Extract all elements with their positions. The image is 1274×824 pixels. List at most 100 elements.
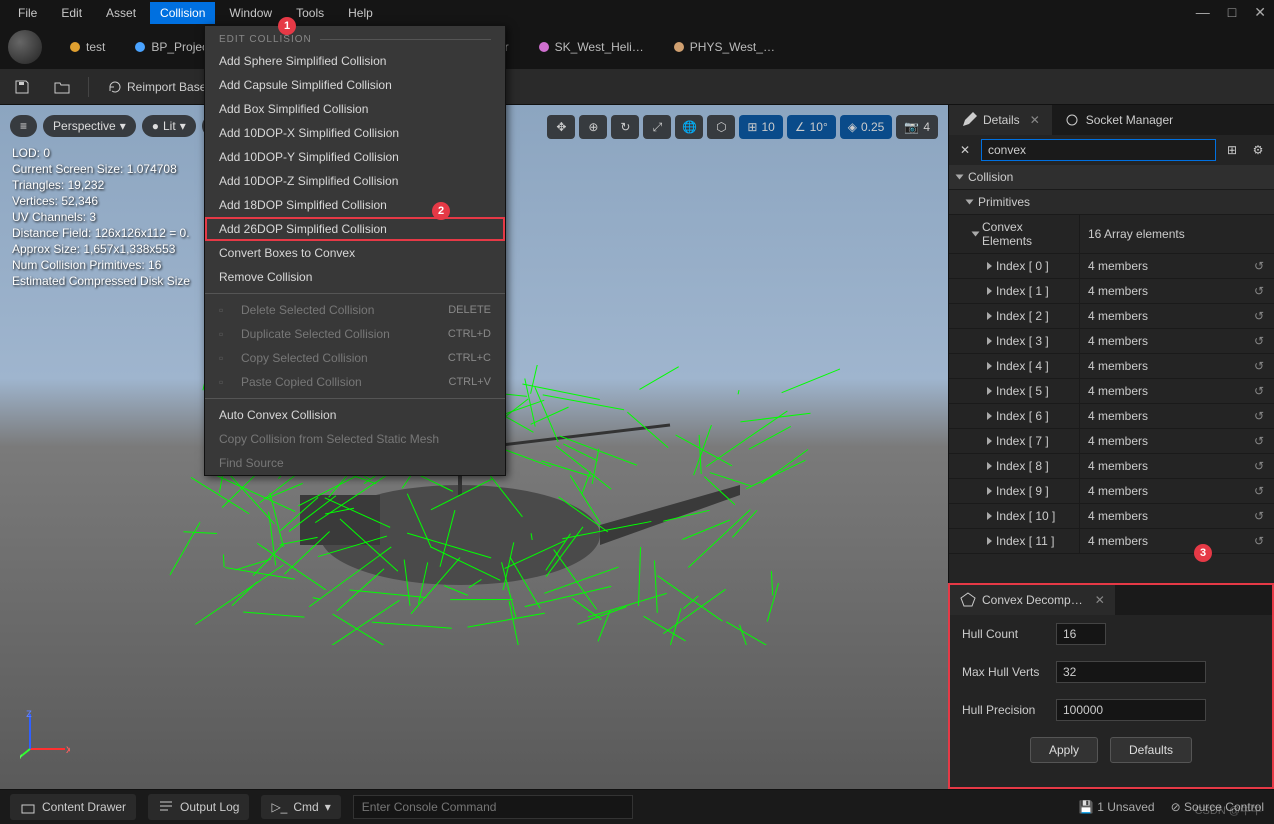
apply-button[interactable]: Apply: [1030, 737, 1098, 763]
stat-line: Approx Size: 1,657x1,338x553: [12, 241, 190, 257]
asset-type-icon: [135, 42, 145, 52]
stat-line: Num Collision Primitives: 16: [12, 257, 190, 273]
array-element-row[interactable]: Index [ 9 ]4 members↺: [949, 479, 1274, 504]
array-element-row[interactable]: Index [ 10 ]4 members↺: [949, 504, 1274, 529]
array-element-row[interactable]: Index [ 6 ]4 members↺: [949, 404, 1274, 429]
doc-tab[interactable]: test: [58, 34, 117, 60]
menu-item-label: Remove Collision: [219, 270, 312, 284]
tab-socket-manager[interactable]: Socket Manager: [1052, 105, 1185, 135]
perspective-dropdown[interactable]: Perspective ▾: [43, 115, 136, 137]
reset-to-default-icon[interactable]: ↺: [1244, 329, 1274, 353]
scale-snap-toggle[interactable]: ◈ 0.25: [840, 115, 893, 139]
menu-window[interactable]: Window: [219, 2, 282, 24]
reset-to-default-icon[interactable]: ↺: [1244, 354, 1274, 378]
asset-type-icon: [70, 42, 80, 52]
array-element-row[interactable]: Index [ 5 ]4 members↺: [949, 379, 1274, 404]
convex-decomp-tab[interactable]: Convex Decomp… ✕: [950, 585, 1115, 615]
convex-icon: [960, 592, 976, 608]
hull-precision-input[interactable]: [1056, 699, 1206, 721]
reset-to-default-icon[interactable]: ↺: [1244, 479, 1274, 503]
tab-details[interactable]: Details✕: [949, 105, 1052, 135]
section-primitives[interactable]: Primitives: [949, 190, 1274, 215]
settings-grid-icon[interactable]: ⊞: [1222, 140, 1242, 160]
reset-to-default-icon[interactable]: ↺: [1244, 429, 1274, 453]
close-button[interactable]: ✕: [1254, 4, 1266, 21]
menu-item[interactable]: Add 18DOP Simplified Collision: [205, 193, 505, 217]
array-element-row[interactable]: Index [ 11 ]4 members↺: [949, 529, 1274, 554]
doc-tab[interactable]: SK_West_Heli…: [527, 34, 656, 60]
array-element-row[interactable]: Index [ 3 ]4 members↺: [949, 329, 1274, 354]
index-label: Index [ 7 ]: [996, 434, 1049, 448]
camera-speed-button[interactable]: 📷 4: [896, 115, 938, 139]
angle-snap-toggle[interactable]: ∠ 10°: [787, 115, 836, 139]
browse-button[interactable]: [48, 75, 76, 99]
menu-item: Find Source: [205, 451, 505, 475]
surface-snap-button[interactable]: ⬡: [707, 115, 735, 139]
close-tab-icon[interactable]: ✕: [1030, 113, 1040, 127]
reset-to-default-icon[interactable]: ↺: [1244, 379, 1274, 403]
menu-item[interactable]: Add Box Simplified Collision: [205, 97, 505, 121]
menu-item-label: Add 10DOP-X Simplified Collision: [219, 126, 399, 140]
menu-help[interactable]: Help: [338, 2, 383, 24]
max-hull-verts-input[interactable]: [1056, 661, 1206, 683]
array-element-row[interactable]: Index [ 2 ]4 members↺: [949, 304, 1274, 329]
annotation-badge-2: 2: [432, 202, 450, 220]
menu-item[interactable]: Remove Collision: [205, 265, 505, 289]
details-search-input[interactable]: [981, 139, 1216, 161]
lit-dropdown[interactable]: ● Lit ▾: [142, 115, 196, 137]
array-element-row[interactable]: Index [ 7 ]4 members↺: [949, 429, 1274, 454]
unsaved-indicator[interactable]: 💾 1 Unsaved: [1079, 800, 1155, 814]
menu-item[interactable]: Add Sphere Simplified Collision: [205, 49, 505, 73]
console-command-input[interactable]: [353, 795, 633, 819]
reset-to-default-icon[interactable]: ↺: [1244, 279, 1274, 303]
content-drawer-button[interactable]: Content Drawer: [10, 794, 136, 820]
output-log-button[interactable]: Output Log: [148, 794, 249, 820]
settings-gear-icon[interactable]: ⚙: [1248, 140, 1268, 160]
menu-item[interactable]: Add Capsule Simplified Collision: [205, 73, 505, 97]
menu-collision[interactable]: Collision: [150, 2, 215, 24]
menu-item[interactable]: Add 26DOP Simplified Collision: [205, 217, 505, 241]
maximize-button[interactable]: □: [1228, 4, 1236, 21]
viewport-mode-controls: ≡ Perspective ▾ ● Lit ▾ S: [10, 115, 230, 137]
grid-snap-toggle[interactable]: ⊞ 10: [739, 115, 782, 139]
world-local-toggle[interactable]: 🌐: [675, 115, 703, 139]
menu-asset[interactable]: Asset: [96, 2, 146, 24]
array-element-row[interactable]: Index [ 4 ]4 members↺: [949, 354, 1274, 379]
reset-to-default-icon[interactable]: ↺: [1244, 454, 1274, 478]
menu-item[interactable]: Add 10DOP-Y Simplified Collision: [205, 145, 505, 169]
save-button[interactable]: [8, 75, 36, 99]
convex-elements-row[interactable]: Convex Elements 16 Array elements: [949, 215, 1274, 254]
select-tool-button[interactable]: ✥: [547, 115, 575, 139]
viewport-menu-button[interactable]: ≡: [10, 115, 37, 137]
minimize-button[interactable]: —: [1196, 4, 1210, 21]
clear-search-button[interactable]: ✕: [955, 140, 975, 160]
scale-tool-button[interactable]: ⤢: [643, 115, 671, 139]
menu-item-label: Copy Selected Collision: [241, 351, 368, 365]
array-element-row[interactable]: Index [ 0 ]4 members↺: [949, 254, 1274, 279]
menu-item[interactable]: Convert Boxes to Convex: [205, 241, 505, 265]
reset-to-default-icon[interactable]: ↺: [1244, 304, 1274, 328]
menu-item[interactable]: Add 10DOP-Z Simplified Collision: [205, 169, 505, 193]
reset-to-default-icon[interactable]: ↺: [1244, 504, 1274, 528]
hull-count-input[interactable]: [1056, 623, 1106, 645]
close-convex-tab-icon[interactable]: ✕: [1095, 593, 1105, 607]
rotate-tool-button[interactable]: ↻: [611, 115, 639, 139]
menu-file[interactable]: File: [8, 2, 47, 24]
reset-to-default-icon[interactable]: ↺: [1244, 404, 1274, 428]
max-hull-verts-row: Max Hull Verts: [950, 653, 1272, 691]
reset-to-default-icon[interactable]: ↺: [1244, 254, 1274, 278]
reimport-icon: [107, 79, 123, 95]
doc-tab[interactable]: PHYS_West_…: [662, 34, 787, 60]
defaults-button[interactable]: Defaults: [1110, 737, 1192, 763]
menu-item[interactable]: Add 10DOP-X Simplified Collision: [205, 121, 505, 145]
menu-item[interactable]: Auto Convex Collision: [205, 403, 505, 427]
array-element-row[interactable]: Index [ 8 ]4 members↺: [949, 454, 1274, 479]
reset-to-default-icon[interactable]: ↺: [1244, 529, 1274, 553]
menu-item-label: Duplicate Selected Collision: [241, 327, 390, 341]
cmd-dropdown[interactable]: ▷_Cmd▾: [261, 795, 340, 819]
array-element-row[interactable]: Index [ 1 ]4 members↺: [949, 279, 1274, 304]
members-value: 4 members: [1088, 509, 1148, 523]
menu-edit[interactable]: Edit: [51, 2, 92, 24]
section-collision[interactable]: Collision: [949, 165, 1274, 190]
move-tool-button[interactable]: ⊕: [579, 115, 607, 139]
